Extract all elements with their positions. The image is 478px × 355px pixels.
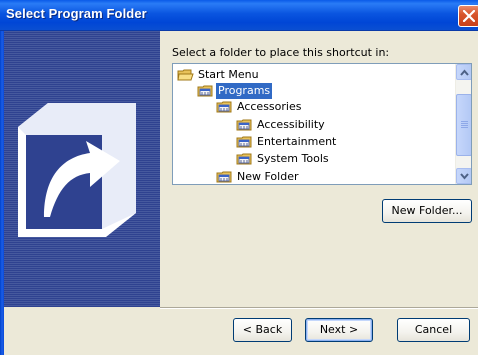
tree-item-label: Accessibility <box>257 118 325 131</box>
program-folder-icon <box>216 101 232 113</box>
cancel-button[interactable]: Cancel <box>397 318 470 342</box>
tree-item-label: Entertainment <box>257 135 337 148</box>
tree-vertical-scrollbar[interactable] <box>455 64 471 184</box>
back-button[interactable]: < Back <box>233 318 292 342</box>
footer-separator <box>160 307 478 309</box>
next-button[interactable]: Next > <box>305 318 373 342</box>
program-folder-icon <box>236 136 252 148</box>
wizard-sidebar <box>4 31 160 307</box>
folder-tree[interactable]: Start Menu Programs Accessories Accessib… <box>172 63 472 185</box>
program-folder-icon <box>236 153 252 165</box>
program-folder-icon <box>216 171 232 183</box>
window-title: Select Program Folder <box>6 6 147 21</box>
chevron-down-icon <box>460 173 469 180</box>
chevron-up-icon <box>460 69 469 76</box>
tree-item-label: System Tools <box>257 152 329 165</box>
tree-item-label-selected: Programs <box>216 83 273 99</box>
tree-item-label: Accessories <box>237 100 302 113</box>
scroll-down-button[interactable] <box>456 168 471 184</box>
folder-open-icon <box>177 69 194 81</box>
tree-item-label: Start Menu <box>198 68 259 81</box>
scroll-up-button[interactable] <box>456 64 471 80</box>
program-folder-icon <box>236 119 252 131</box>
tree-item-label: New Folder <box>237 170 299 183</box>
close-button[interactable] <box>458 5 478 27</box>
new-folder-button[interactable]: New Folder... <box>382 199 472 223</box>
shortcut-arrow-icon <box>18 103 136 237</box>
close-icon <box>463 10 475 22</box>
folder-prompt-label: Select a folder to place this shortcut i… <box>172 46 390 59</box>
program-folder-icon <box>197 85 213 97</box>
scroll-thumb[interactable] <box>456 94 471 156</box>
title-bar[interactable]: Select Program Folder <box>0 0 478 31</box>
